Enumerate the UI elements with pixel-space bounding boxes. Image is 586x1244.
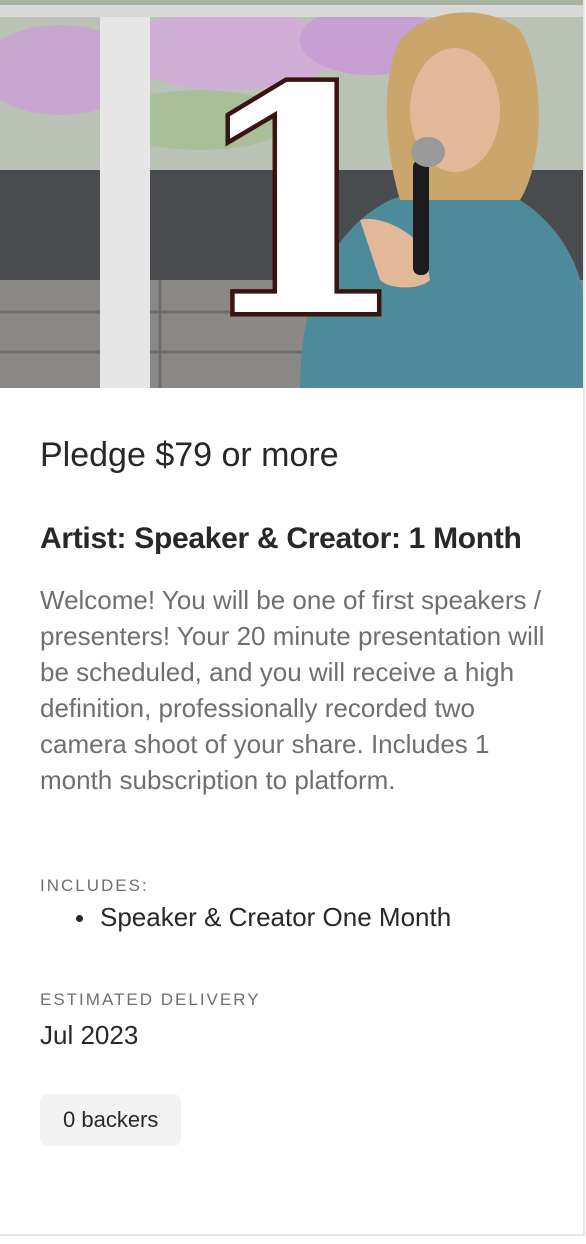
reward-description: Welcome! You will be one of first speake…: [40, 585, 545, 795]
number-one-badge: 1: [192, 22, 408, 386]
includes-label: INCLUDES:: [40, 876, 149, 895]
backers-count-badge: 0 backers: [40, 1094, 182, 1146]
reward-card[interactable]: 1 Pledge $79 or more Artist: Speaker & C…: [0, 0, 585, 1236]
estimated-delivery-label: ESTIMATED DELIVERY: [40, 990, 261, 1009]
includes-list: Speaker & Creator One Month: [76, 902, 451, 933]
speaker-photo: 1: [0, 0, 583, 388]
includes-item: Speaker & Creator One Month: [76, 902, 451, 933]
reward-image: 1: [0, 0, 583, 388]
estimated-delivery-value: Jul 2023: [40, 1020, 139, 1050]
bullet-icon: [76, 915, 83, 922]
pledge-amount: Pledge $79 or more: [40, 436, 339, 474]
reward-title: Artist: Speaker & Creator: 1 Month: [40, 522, 522, 555]
includes-item-label: Speaker & Creator One Month: [100, 902, 452, 932]
